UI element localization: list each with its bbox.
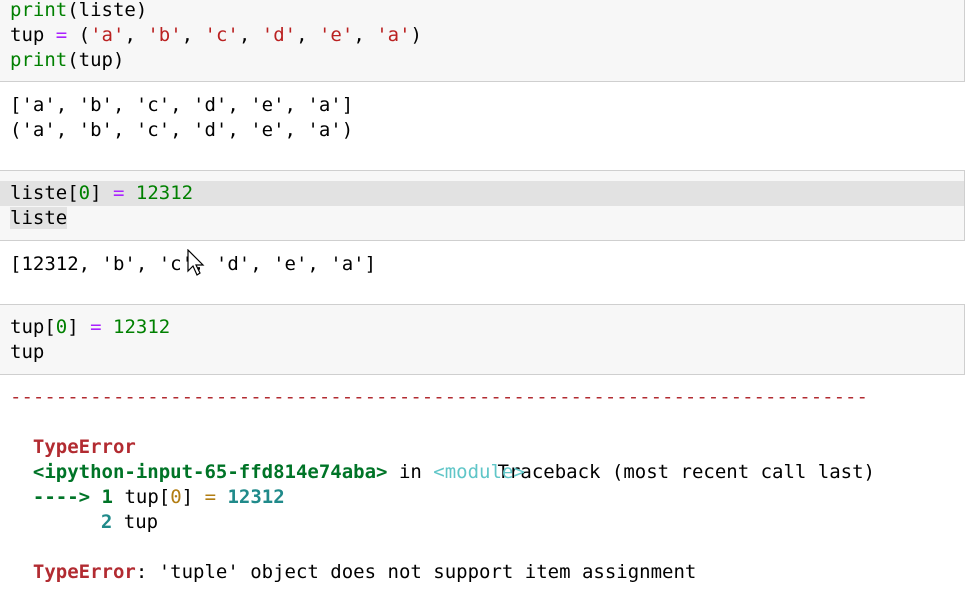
traceback-separator: ----------------------------------------… xyxy=(10,386,868,408)
module-name: <module> xyxy=(433,461,525,483)
traceback-label: Traceback (most recent call last) xyxy=(497,461,876,483)
code-token: print xyxy=(10,0,68,21)
code-cell-2[interactable]: liste[0] = 12312 liste xyxy=(0,170,965,241)
final-error-type: TypeError xyxy=(32,561,136,583)
code-line: liste xyxy=(10,207,68,229)
code-line: tup = ('a', 'b', 'c', 'd', 'e', 'a') xyxy=(10,24,422,46)
traceback-code: tup xyxy=(123,511,159,533)
mouse-cursor-icon xyxy=(187,249,205,276)
in-word: in xyxy=(398,461,422,483)
code-cell-3[interactable]: tup[0] = 12312 tup xyxy=(0,304,965,375)
cell-1-output-line-1: ['a', 'b', 'c', 'd', 'e', 'a'] xyxy=(10,94,354,116)
final-error-line: TypeError: 'tuple' object does not suppo… xyxy=(10,535,696,585)
final-error-message: : 'tuple' object does not support item a… xyxy=(135,561,697,583)
code-line: liste[0] = 12312 xyxy=(10,182,194,204)
code-line: tup[0] = 12312 xyxy=(10,316,171,338)
cell-1-output-line-2: ('a', 'b', 'c', 'd', 'e', 'a') xyxy=(10,119,354,141)
code-line: print(tup) xyxy=(10,49,125,71)
code-cell-1[interactable]: print(liste) tup = ('a', 'b', 'c', 'd', … xyxy=(0,0,965,82)
line-number: 2 xyxy=(100,511,113,533)
code-line: print(liste) xyxy=(10,0,148,21)
traceback-line-2: 2 tup xyxy=(10,485,158,535)
code-line: tup xyxy=(10,341,45,363)
